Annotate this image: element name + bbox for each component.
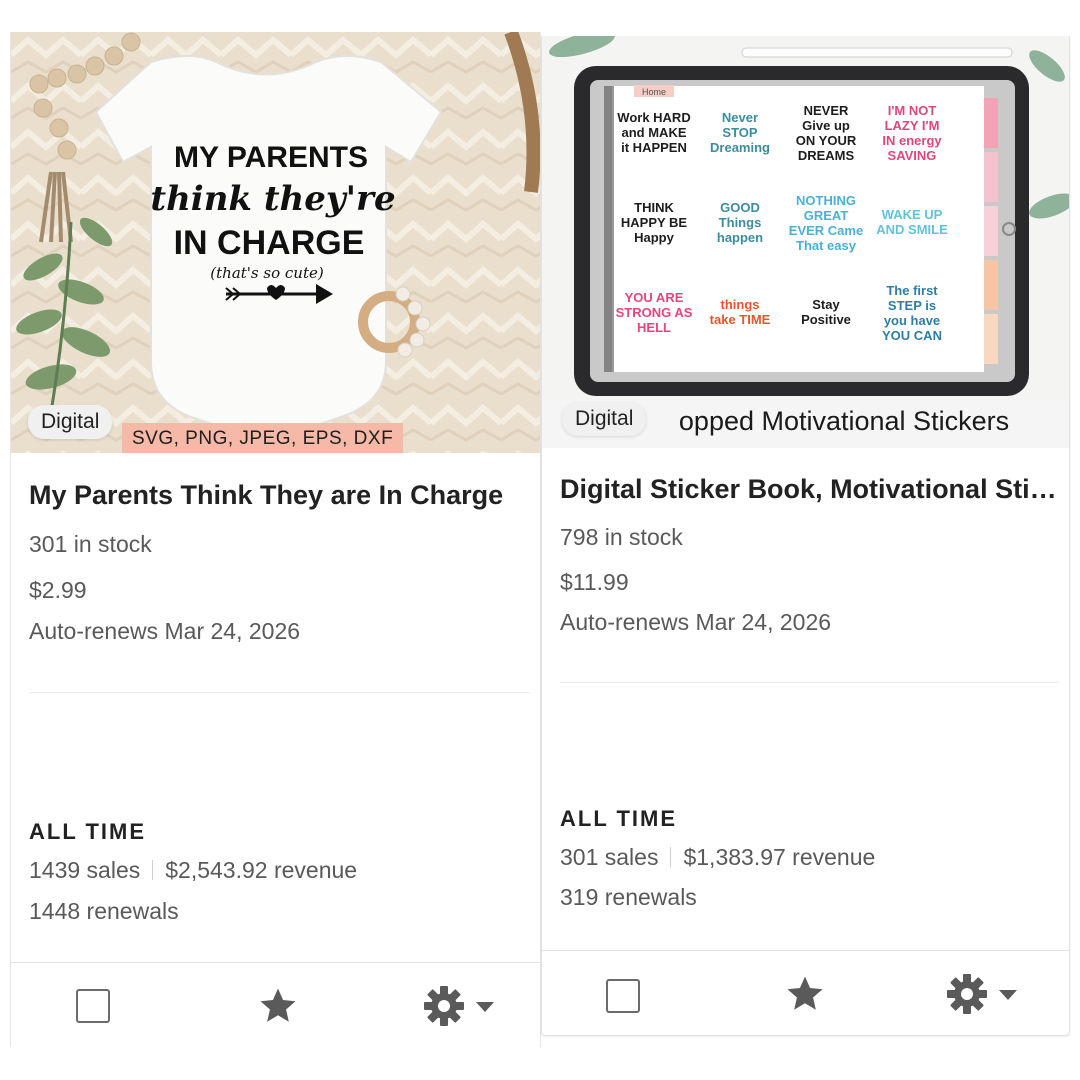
renewals-count: 319 renewals <box>560 884 697 910</box>
chevron-down-icon <box>999 990 1017 1000</box>
gear-icon[interactable] <box>423 985 495 1027</box>
image-banner-text: opped Motivational Stickers <box>679 406 1009 436</box>
digital-badge: Digital <box>28 405 113 439</box>
onesie-line-3: IN CHARGE <box>174 224 365 262</box>
stock-count: 301 in stock <box>29 531 152 557</box>
auto-renew-date: Auto-renews Mar 24, 2026 <box>560 609 832 635</box>
sticker-artwork: WAKE UP AND SMILE <box>876 207 948 237</box>
star-icon[interactable] <box>784 973 826 1015</box>
sales-revenue-row: 301 sales $1,383.97 revenue <box>560 844 875 871</box>
revenue-total: $2,543.92 revenue <box>165 857 358 883</box>
divider <box>29 692 530 693</box>
listing-actions-bar <box>11 962 540 1047</box>
listing-card[interactable]: Home Work HARD and MAKE it HAPPEN Never STOP… <box>541 36 1070 1036</box>
sticker-artwork: NOTHING GREAT EVER Came That easy <box>789 193 863 253</box>
sticker-artwork: Work HARD and MAKE it HAPPEN <box>617 110 690 155</box>
sales-count: 301 sales <box>560 844 659 870</box>
star-icon[interactable] <box>257 985 299 1027</box>
all-time-heading: ALL TIME <box>560 806 678 831</box>
stat-separator <box>152 860 154 880</box>
listing-thumbnail[interactable]: Home Work HARD and MAKE it HAPPEN Never STOP… <box>542 36 1069 448</box>
stat-separator <box>670 847 672 867</box>
onesie-line-1: MY PARENTS <box>174 141 368 174</box>
listing-title[interactable]: My Parents Think They are In Charge <box>29 480 530 511</box>
chevron-down-icon <box>476 1002 494 1012</box>
stock-count: 798 in stock <box>560 524 683 550</box>
sticker-book-product-image: Home Work HARD and MAKE it HAPPENNever STOP… <box>542 36 1069 448</box>
listing-actions-bar <box>542 950 1069 1035</box>
gear-icon[interactable] <box>946 973 1018 1015</box>
divider <box>560 682 1059 683</box>
renewals-count: 1448 renewals <box>29 898 179 924</box>
tab-home-label: Home <box>642 87 666 97</box>
sticker-artwork: GOOD Things happen <box>717 200 763 245</box>
listing-thumbnail[interactable]: MY PARENTS think they're IN CHARGE (that… <box>11 32 540 453</box>
all-time-heading: ALL TIME <box>29 819 147 844</box>
listing-price: $11.99 <box>560 569 629 595</box>
sticker-artwork: The first STEP is you have YOU CAN <box>882 283 942 343</box>
onesie-line-4: (that's so cute) <box>210 264 324 282</box>
listing-price: $2.99 <box>29 577 87 603</box>
onesie-line-2: think they're <box>150 179 395 219</box>
revenue-total: $1,383.97 revenue <box>683 844 876 870</box>
file-formats-banner: SVG, PNG, JPEG, EPS, DXF <box>122 423 404 453</box>
listing-card[interactable]: MY PARENTS think they're IN CHARGE (that… <box>10 32 541 1047</box>
auto-renew-date: Auto-renews Mar 24, 2026 <box>29 618 301 644</box>
digital-badge: Digital <box>562 402 647 436</box>
sticker-artwork: I'M NOT LAZY I'M IN energy SAVING <box>882 103 942 163</box>
sales-revenue-row: 1439 sales $2,543.92 revenue <box>29 857 357 884</box>
sticker-artwork: NEVER Give up ON YOUR DREAMS <box>796 103 857 163</box>
onesie-product-image: MY PARENTS think they're IN CHARGE (that… <box>11 32 540 453</box>
listing-title[interactable]: Digital Sticker Book, Motivational Stick… <box>560 474 1059 505</box>
sales-count: 1439 sales <box>29 857 141 883</box>
select-checkbox[interactable] <box>606 979 640 1013</box>
select-checkbox[interactable] <box>76 989 110 1023</box>
